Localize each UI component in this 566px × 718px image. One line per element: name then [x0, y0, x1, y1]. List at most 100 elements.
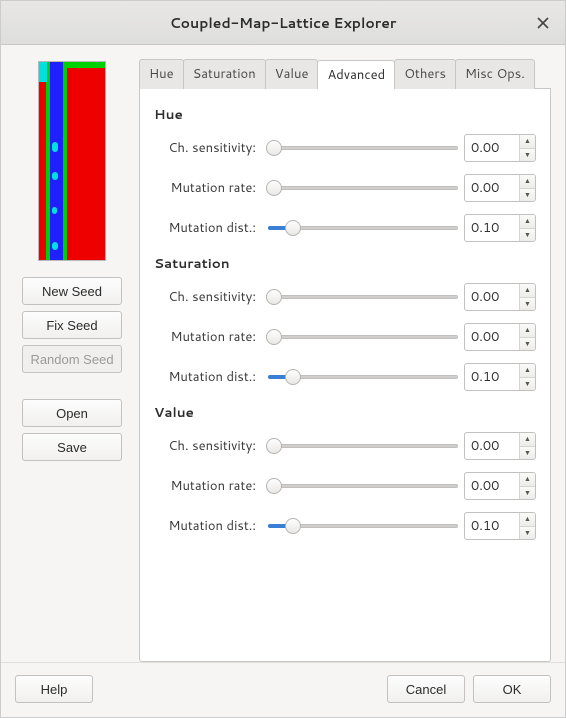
random-seed-button: Random Seed	[22, 345, 122, 373]
spin-input[interactable]: 0.00▲▼	[464, 283, 536, 311]
slider-thumb[interactable]	[266, 438, 282, 454]
spin-input[interactable]: 0.10▲▼	[464, 512, 536, 540]
tab-hue[interactable]: Hue	[139, 59, 184, 89]
spin-up-icon[interactable]: ▲	[520, 473, 535, 487]
spin-down-icon[interactable]: ▼	[520, 447, 535, 460]
spin-down-icon[interactable]: ▼	[520, 487, 535, 500]
slider-thumb[interactable]	[285, 369, 301, 385]
spin-value[interactable]: 0.00	[465, 433, 519, 459]
sidebar: New Seed Fix Seed Random Seed Open Save	[15, 61, 129, 662]
section-title-saturation: Saturation	[154, 254, 536, 273]
slider[interactable]	[268, 436, 458, 456]
slider-thumb[interactable]	[266, 180, 282, 196]
spin-up-icon[interactable]: ▲	[520, 433, 535, 447]
open-button[interactable]: Open	[22, 399, 122, 427]
spin-down-icon[interactable]: ▼	[520, 338, 535, 351]
main-panel: Hue Saturation Value Advanced Others Mis…	[139, 61, 551, 662]
param-label: Ch. sensitivity:	[164, 288, 262, 306]
spin-value[interactable]: 0.00	[465, 175, 519, 201]
tab-advanced[interactable]: Advanced	[317, 60, 395, 89]
param-label: Ch. sensitivity:	[164, 437, 262, 455]
spin-input[interactable]: 0.00▲▼	[464, 134, 536, 162]
section-title-value: Value	[154, 403, 536, 422]
spin-value[interactable]: 0.00	[465, 324, 519, 350]
slider-thumb[interactable]	[266, 478, 282, 494]
param-label: Mutation dist.:	[164, 368, 262, 386]
spin-down-icon[interactable]: ▼	[520, 527, 535, 540]
tab-content: HueCh. sensitivity:0.00▲▼Mutation rate:0…	[139, 88, 551, 662]
spin-value[interactable]: 0.00	[465, 135, 519, 161]
slider[interactable]	[268, 516, 458, 536]
param-row: Ch. sensitivity: 0.00▲▼	[154, 134, 536, 162]
param-row: Mutation rate: 0.00▲▼	[154, 174, 536, 202]
slider-thumb[interactable]	[266, 289, 282, 305]
help-button[interactable]: Help	[15, 675, 93, 703]
spin-value[interactable]: 0.00	[465, 284, 519, 310]
slider[interactable]	[268, 138, 458, 158]
close-icon[interactable]	[533, 13, 553, 33]
slider[interactable]	[268, 327, 458, 347]
param-label: Mutation rate:	[164, 328, 262, 346]
spin-input[interactable]: 0.00▲▼	[464, 432, 536, 460]
param-row: Mutation rate: 0.00▲▼	[154, 472, 536, 500]
spin-value[interactable]: 0.00	[465, 473, 519, 499]
spin-input[interactable]: 0.00▲▼	[464, 472, 536, 500]
param-label: Ch. sensitivity:	[164, 139, 262, 157]
param-label: Mutation dist.:	[164, 219, 262, 237]
slider[interactable]	[268, 287, 458, 307]
param-label: Mutation dist.:	[164, 517, 262, 535]
dialog-footer: Help Cancel OK	[1, 662, 565, 717]
spin-input[interactable]: 0.10▲▼	[464, 214, 536, 242]
tab-misc-ops[interactable]: Misc Ops.	[455, 59, 535, 89]
spin-up-icon[interactable]: ▲	[520, 324, 535, 338]
cancel-button[interactable]: Cancel	[387, 675, 465, 703]
tab-value[interactable]: Value	[265, 59, 319, 89]
spin-down-icon[interactable]: ▼	[520, 378, 535, 391]
slider[interactable]	[268, 178, 458, 198]
tab-bar: Hue Saturation Value Advanced Others Mis…	[139, 61, 551, 89]
spin-down-icon[interactable]: ▼	[520, 229, 535, 242]
spin-up-icon[interactable]: ▲	[520, 175, 535, 189]
spin-up-icon[interactable]: ▲	[520, 284, 535, 298]
spin-value[interactable]: 0.10	[465, 364, 519, 390]
slider[interactable]	[268, 218, 458, 238]
param-row: Ch. sensitivity: 0.00▲▼	[154, 432, 536, 460]
spin-up-icon[interactable]: ▲	[520, 513, 535, 527]
spin-down-icon[interactable]: ▼	[520, 149, 535, 162]
content-area: New Seed Fix Seed Random Seed Open Save …	[1, 45, 565, 662]
slider[interactable]	[268, 476, 458, 496]
preview-image	[38, 61, 106, 261]
new-seed-button[interactable]: New Seed	[22, 277, 122, 305]
fix-seed-button[interactable]: Fix Seed	[22, 311, 122, 339]
param-row: Ch. sensitivity: 0.00▲▼	[154, 283, 536, 311]
spin-value[interactable]: 0.10	[465, 215, 519, 241]
spin-down-icon[interactable]: ▼	[520, 189, 535, 202]
tab-others[interactable]: Others	[394, 59, 456, 89]
spin-up-icon[interactable]: ▲	[520, 364, 535, 378]
slider-thumb[interactable]	[266, 140, 282, 156]
dialog-window: Coupled-Map-Lattice Explorer New Seed Fi…	[0, 0, 566, 718]
param-row: Mutation dist.: 0.10▲▼	[154, 512, 536, 540]
section-title-hue: Hue	[154, 105, 536, 124]
save-button[interactable]: Save	[22, 433, 122, 461]
spin-up-icon[interactable]: ▲	[520, 215, 535, 229]
slider[interactable]	[268, 367, 458, 387]
spin-input[interactable]: 0.00▲▼	[464, 174, 536, 202]
tab-saturation[interactable]: Saturation	[183, 59, 266, 89]
window-title: Coupled-Map-Lattice Explorer	[170, 13, 397, 33]
spin-input[interactable]: 0.00▲▼	[464, 323, 536, 351]
titlebar: Coupled-Map-Lattice Explorer	[1, 1, 565, 45]
slider-thumb[interactable]	[285, 518, 301, 534]
spin-down-icon[interactable]: ▼	[520, 298, 535, 311]
spin-value[interactable]: 0.10	[465, 513, 519, 539]
spin-up-icon[interactable]: ▲	[520, 135, 535, 149]
ok-button[interactable]: OK	[473, 675, 551, 703]
param-label: Mutation rate:	[164, 179, 262, 197]
slider-thumb[interactable]	[266, 329, 282, 345]
param-row: Mutation dist.: 0.10▲▼	[154, 214, 536, 242]
param-label: Mutation rate:	[164, 477, 262, 495]
param-row: Mutation dist.: 0.10▲▼	[154, 363, 536, 391]
slider-thumb[interactable]	[285, 220, 301, 236]
param-row: Mutation rate: 0.00▲▼	[154, 323, 536, 351]
spin-input[interactable]: 0.10▲▼	[464, 363, 536, 391]
